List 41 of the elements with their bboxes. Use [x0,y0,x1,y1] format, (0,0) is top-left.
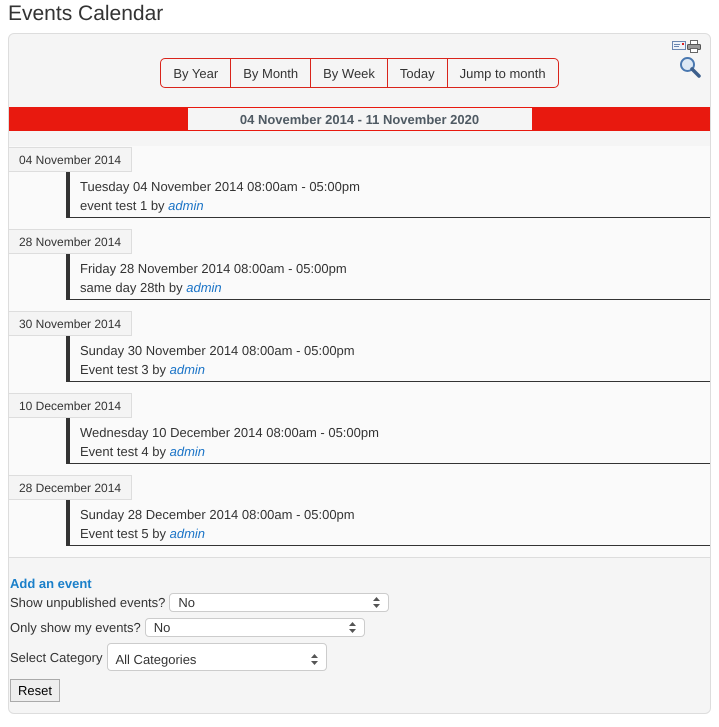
add-event-link[interactable]: Add an event [10,576,92,591]
event-time: Tuesday 04 November 2014 08:00am - 05:00pm [80,178,361,196]
date-heading: 10 December 2014 [9,393,132,418]
event-description: same day 28th by admin [80,279,223,297]
author-link[interactable]: admin [170,526,206,541]
event-description: Event test 5 by admin [80,525,206,543]
event-description: Event test 4 by admin [80,443,206,461]
search-icon[interactable] [679,56,701,78]
select-field[interactable]: No [144,618,365,637]
view-button[interactable]: By Year [161,59,230,87]
select-field[interactable]: All Categories [106,643,326,671]
filter-label: Select Category [10,650,102,664]
event-description: Event test 3 by admin [80,361,206,379]
author-link[interactable]: admin [170,362,206,377]
reset-button[interactable]: Reset [10,679,60,702]
select-field[interactable]: No [169,593,390,612]
updown-icon [310,654,318,664]
print-icon[interactable] [687,40,701,53]
view-button[interactable]: Jump to month [446,59,558,87]
event-time: Sunday 28 December 2014 08:00am - 05:00pm [80,506,356,524]
date-heading: 30 November 2014 [9,311,132,336]
date-range: 04 November 2014 - 11 November 2020 [188,108,532,130]
view-button[interactable]: By Month [230,59,310,87]
event-time: Friday 28 November 2014 08:00am - 05:00pm [80,260,348,278]
updown-icon [373,597,380,608]
filter-label: Only show my events? [10,620,141,635]
email-icon[interactable] [672,40,686,50]
view-button[interactable]: Today [386,59,447,87]
date-heading: 04 November 2014 [9,147,132,172]
author-link[interactable]: admin [186,280,222,295]
event-time: Wednesday 10 December 2014 08:00am - 05:00pm [80,424,380,442]
view-button[interactable]: By Week [310,59,387,87]
event-time: Sunday 30 November 2014 08:00am - 05:00pm [80,342,356,360]
author-link[interactable]: admin [168,198,204,213]
author-link[interactable]: admin [170,444,206,459]
page-title: Events Calendar [8,1,164,27]
date-heading: 28 December 2014 [9,475,132,500]
date-heading: 28 November 2014 [9,229,132,254]
updown-icon [348,622,356,633]
event-description: event test 1 by admin [80,197,205,215]
filter-label: Show unpublished events? [10,595,166,610]
